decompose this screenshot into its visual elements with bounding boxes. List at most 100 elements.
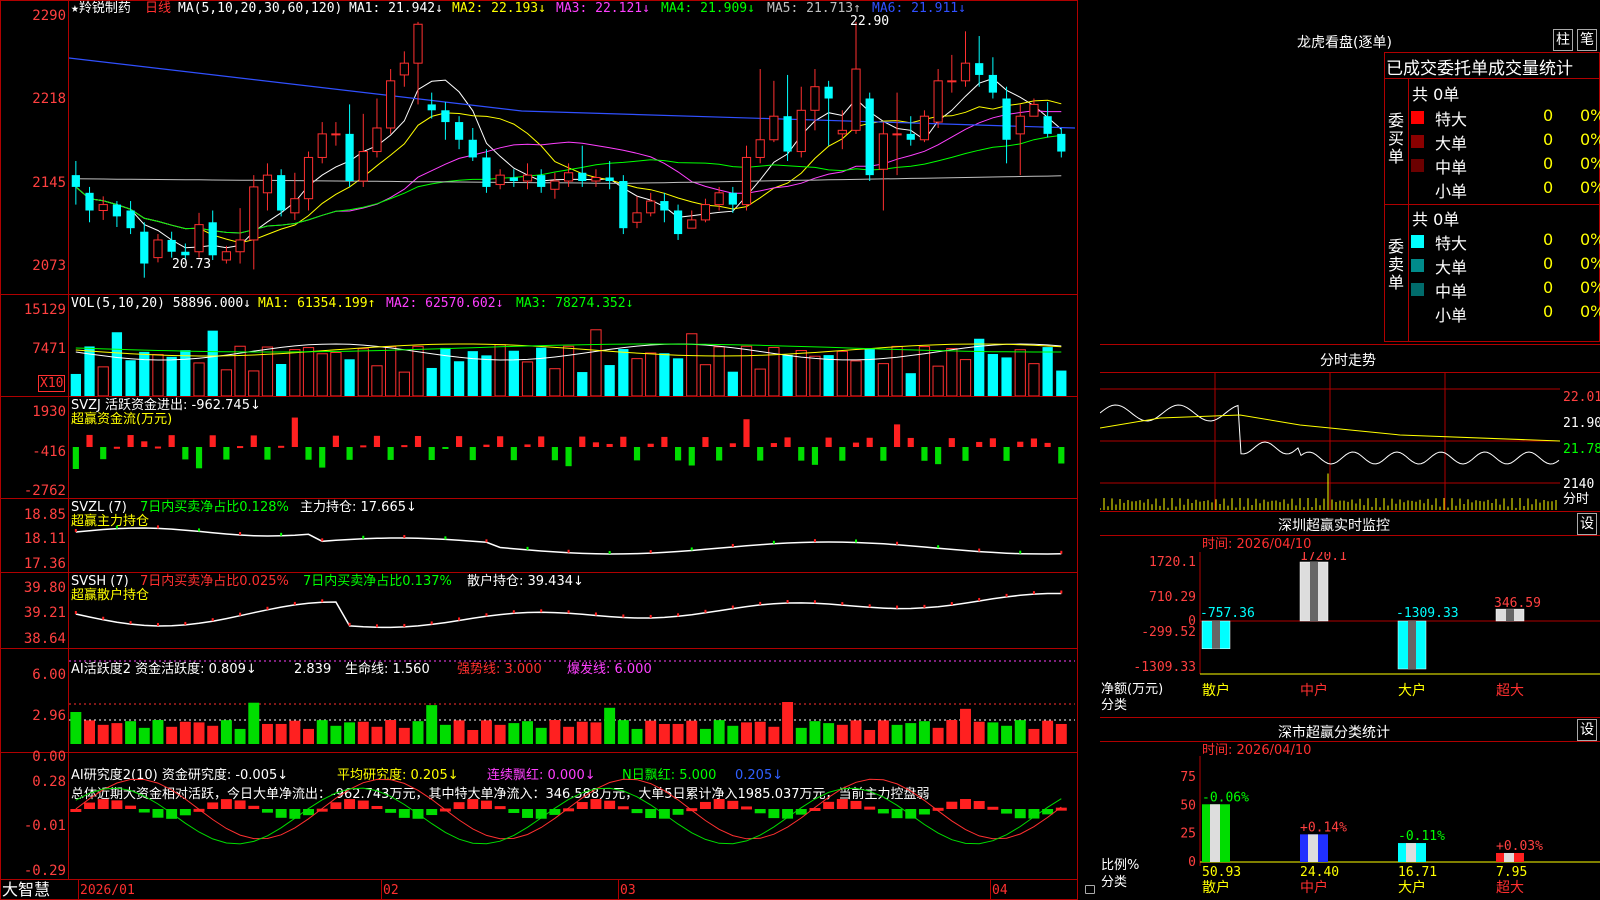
holding-mark bbox=[198, 528, 201, 532]
lock-icon[interactable] bbox=[1085, 885, 1095, 894]
holding-mark bbox=[950, 602, 953, 606]
active-bar bbox=[398, 727, 410, 744]
axis-tick-label: -1309.33 bbox=[1133, 660, 1196, 675]
candle-body bbox=[810, 86, 820, 111]
flow-bar bbox=[346, 447, 353, 460]
volume-bar bbox=[891, 345, 903, 396]
holding-mark bbox=[156, 622, 159, 626]
candlestick-chart[interactable] bbox=[69, 16, 1075, 293]
research-bar bbox=[727, 800, 739, 809]
flow-bar bbox=[674, 447, 682, 461]
ma-legend-label: MA(5,10,20,30,60,120) bbox=[178, 1, 343, 16]
research-bar bbox=[522, 809, 533, 818]
active-bar bbox=[1042, 720, 1054, 744]
classify-settings-button[interactable]: 设 bbox=[1577, 719, 1597, 741]
flow-bar bbox=[565, 447, 572, 467]
tick-mode-button[interactable]: 笔 bbox=[1577, 29, 1597, 51]
x-label: 2026/01 bbox=[80, 883, 135, 898]
flow-bar bbox=[1017, 441, 1024, 447]
research-bar bbox=[891, 809, 903, 819]
research-bar bbox=[960, 799, 971, 809]
active-bar bbox=[987, 722, 999, 744]
intraday-chart[interactable] bbox=[1100, 373, 1560, 510]
vol-legend: VOL(5,10,20) 58896.000↓ bbox=[71, 296, 252, 311]
research-bar bbox=[535, 809, 547, 819]
main-holding-line[interactable] bbox=[69, 500, 1075, 572]
research-bar bbox=[549, 809, 561, 815]
active-bar bbox=[823, 723, 835, 744]
active-degree-bars[interactable] bbox=[69, 650, 1075, 752]
bar-mode-button[interactable]: 柱 bbox=[1553, 29, 1573, 51]
fund-flow-bars[interactable] bbox=[69, 398, 1075, 498]
rp-sep bbox=[1100, 535, 1600, 536]
holding-mark bbox=[1032, 591, 1035, 595]
research-bar bbox=[645, 809, 657, 819]
holding-mark bbox=[731, 543, 734, 547]
flow-bar bbox=[839, 447, 846, 461]
flow-bar bbox=[606, 443, 613, 447]
holding-mark bbox=[540, 609, 543, 613]
candle-body bbox=[1057, 133, 1066, 152]
flow-bar bbox=[456, 436, 463, 447]
flow-bar bbox=[373, 435, 381, 447]
flow-bar bbox=[948, 438, 955, 447]
research-bar bbox=[494, 806, 506, 810]
research-bar bbox=[138, 809, 150, 813]
high-mark: 22.90 bbox=[850, 14, 890, 29]
candle-body bbox=[427, 104, 436, 111]
flow-bar bbox=[305, 447, 312, 460]
x-label: 04 bbox=[992, 883, 1008, 898]
active-bar bbox=[275, 723, 287, 744]
x-tick bbox=[78, 880, 79, 900]
flow-bar bbox=[1058, 447, 1065, 464]
research-bar bbox=[303, 809, 314, 816]
category-label: 中户 bbox=[1300, 682, 1328, 699]
period-label[interactable]: 日线 bbox=[145, 1, 171, 16]
candle-body bbox=[687, 219, 697, 229]
volume-bar bbox=[618, 349, 629, 396]
ratio-bar-chart[interactable]: 75 50 25 0 -0.06% 50.93散户 +0.14% 24.40中户 -0.11% 1… bbox=[1100, 756, 1600, 900]
bar-value-label: 346.59 bbox=[1494, 596, 1541, 611]
axis-tick-label: 0 bbox=[1188, 855, 1196, 870]
research-bar bbox=[467, 799, 479, 809]
order-type-label: 大单 bbox=[1435, 258, 1468, 277]
active-bar bbox=[234, 728, 246, 744]
research-bar bbox=[823, 801, 835, 809]
flow-bar bbox=[1030, 438, 1038, 447]
active-bar bbox=[604, 707, 616, 744]
dragon-title: 龙虎看盘(逐单) bbox=[1297, 35, 1392, 51]
active-bar bbox=[371, 726, 383, 744]
net-flow-bar-shade bbox=[1310, 562, 1318, 621]
candle-body bbox=[290, 198, 300, 214]
holding-mark bbox=[348, 622, 351, 626]
order-pct: 0% bbox=[1580, 230, 1600, 249]
volume-bar bbox=[631, 358, 643, 396]
volume-bar bbox=[1042, 347, 1053, 396]
active-bar bbox=[782, 702, 794, 744]
holding-mark bbox=[731, 605, 734, 609]
active-bar bbox=[918, 721, 930, 744]
flow-bar bbox=[483, 444, 490, 447]
volume-bar bbox=[754, 368, 766, 396]
active-bar bbox=[713, 720, 725, 744]
monitor-xlabel: 分类 bbox=[1101, 698, 1128, 713]
svzl-tick: 18.11 bbox=[23, 531, 66, 547]
candle-body bbox=[262, 174, 273, 194]
research-bar bbox=[713, 799, 725, 809]
volume-bars[interactable] bbox=[69, 312, 1075, 396]
flow-bar bbox=[264, 447, 271, 460]
research-bar bbox=[152, 809, 164, 818]
active-bar bbox=[508, 723, 520, 744]
research-bar bbox=[234, 800, 246, 809]
monitor-settings-button[interactable]: 设 bbox=[1577, 513, 1597, 535]
research-bar bbox=[1014, 809, 1026, 819]
net-flow-bar-chart[interactable]: 1720.1710.290-299.52-1309.33-757.36散户172… bbox=[1100, 552, 1600, 717]
ratio-bar-shade bbox=[1210, 804, 1220, 862]
candle-body bbox=[960, 62, 971, 82]
research-degree-bars[interactable] bbox=[69, 754, 1075, 879]
candle-body bbox=[878, 133, 888, 170]
order-count: 0 bbox=[1543, 278, 1554, 297]
volume-bar bbox=[645, 352, 657, 396]
retail-holding-line[interactable] bbox=[69, 574, 1075, 648]
research-bar bbox=[672, 809, 684, 815]
